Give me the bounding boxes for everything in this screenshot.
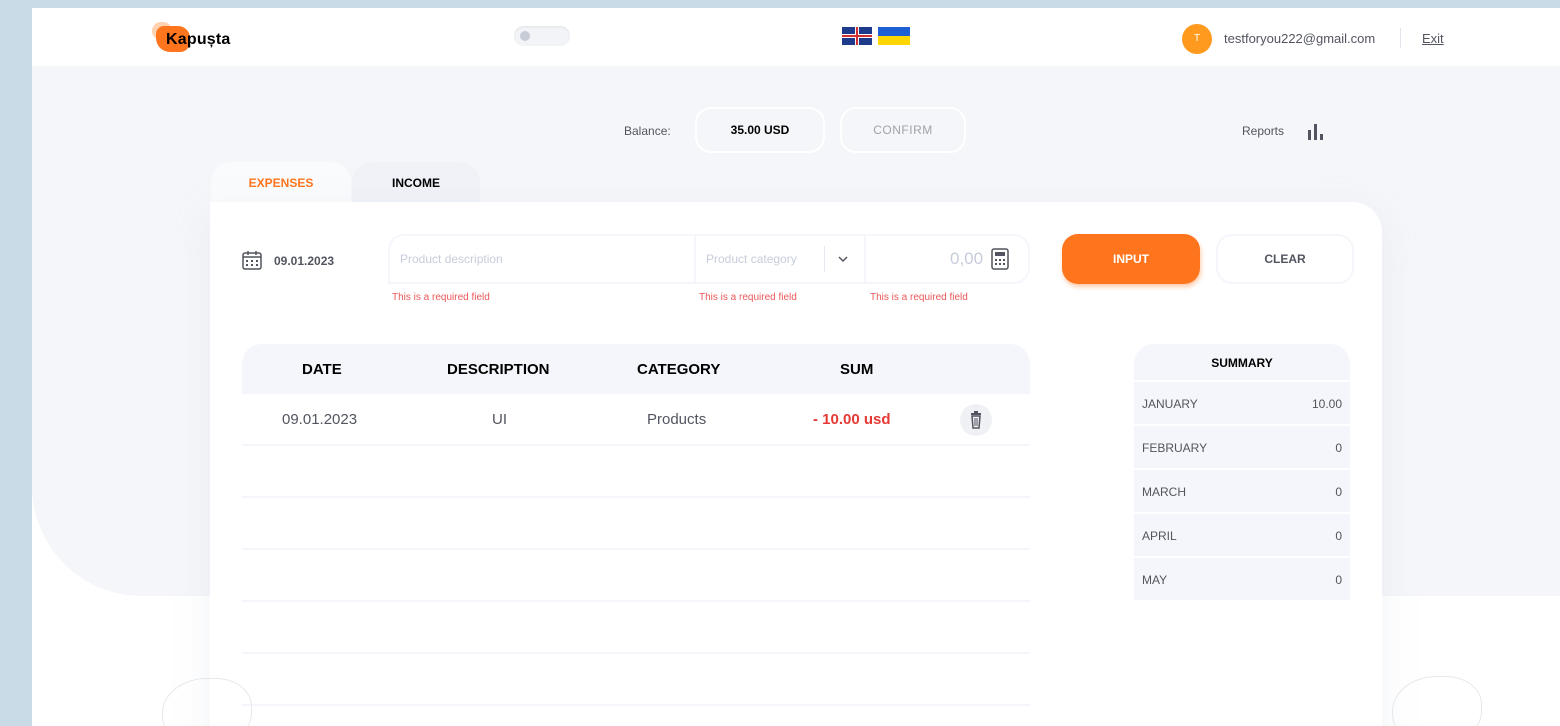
calculator-icon[interactable] (990, 248, 1010, 270)
table-row (242, 654, 1030, 706)
summary-value: 0 (1335, 441, 1342, 455)
user-email: testforyou222@gmail.com (1224, 31, 1376, 46)
summary-row: MARCH 0 (1134, 470, 1350, 514)
reports-link[interactable]: Reports (1242, 124, 1284, 138)
summary-row: FEBRUARY 0 (1134, 426, 1350, 470)
table-row (242, 498, 1030, 550)
table-row (242, 446, 1030, 498)
header-date: DATE (302, 361, 342, 378)
header-description: DESCRIPTION (447, 361, 550, 378)
summary-month: MAY (1142, 573, 1168, 587)
logo[interactable]: Kapușta (152, 22, 256, 52)
summary-row: JANUARY 10.00 (1134, 382, 1350, 426)
logo-text: Kapușta (166, 31, 231, 48)
header: Kapușta T testforyou222@gmail.com Exit (32, 8, 1560, 66)
header-divider (1400, 28, 1401, 48)
row-description: UI (492, 411, 507, 428)
sum-input[interactable]: 0,00 (950, 249, 983, 269)
header-sum: SUM (840, 361, 874, 378)
table-row (242, 550, 1030, 602)
main-card: 09.01.2023 Product description Product c… (210, 202, 1382, 726)
cabbage-decoration-icon (1392, 676, 1482, 726)
summary-value: 0 (1335, 573, 1342, 587)
header-category: CATEGORY (637, 361, 721, 378)
row-category: Products (647, 411, 707, 428)
field-divider (694, 236, 696, 282)
avatar: T (1182, 24, 1212, 54)
app-window: Kapușta T testforyou222@gmail.com Exit B… (32, 8, 1560, 726)
summary-value: 0 (1335, 529, 1342, 543)
summary-row: APRIL 0 (1134, 514, 1350, 558)
delete-button[interactable] (960, 404, 992, 436)
toggle-knob (520, 31, 530, 41)
balance-label: Balance: (624, 124, 671, 138)
field-divider (864, 236, 866, 282)
selected-date: 09.01.2023 (274, 254, 335, 268)
summary-value: 0 (1335, 485, 1342, 499)
confirm-button[interactable]: CONFIRM (840, 107, 966, 153)
description-input[interactable]: Product description (400, 252, 503, 266)
row-date: 09.01.2023 (282, 411, 358, 428)
sum-error: This is a required field (870, 292, 968, 303)
summary-value: 10.00 (1311, 397, 1342, 411)
input-button[interactable]: INPUT (1062, 234, 1200, 284)
summary-row: MAY 0 (1134, 558, 1350, 602)
calendar-icon (242, 251, 262, 270)
cabbage-decoration-icon (162, 678, 252, 726)
trash-icon (971, 411, 981, 429)
category-select[interactable]: Product category (706, 252, 797, 266)
theme-toggle[interactable] (514, 26, 570, 46)
chevron-down-icon[interactable] (836, 252, 850, 266)
balance-value: 35.00 USD (695, 107, 825, 153)
language-switcher (842, 27, 922, 45)
table-header: DATE DESCRIPTION CATEGORY SUM (242, 344, 1030, 394)
category-error: This is a required field (699, 292, 797, 303)
clear-button[interactable]: CLEAR (1216, 234, 1354, 284)
summary-month: FEBRUARY (1142, 441, 1208, 455)
uk-flag-icon[interactable] (842, 27, 872, 45)
field-divider (824, 246, 825, 272)
summary-title: SUMMARY (1134, 344, 1350, 382)
summary-month: JANUARY (1142, 397, 1198, 411)
summary-panel: SUMMARY JANUARY 10.00 FEBRUARY 0 MARCH 0… (1134, 344, 1350, 602)
transactions-table: DATE DESCRIPTION CATEGORY SUM 09.01.2023… (242, 344, 1030, 706)
tab-expenses[interactable]: EXPENSES (211, 162, 351, 204)
table-row: 09.01.2023 UI Products - 10.00 usd (242, 394, 1030, 446)
expense-form: Product description Product category 0,0… (388, 234, 1030, 284)
row-sum: - 10.00 usd (813, 411, 891, 428)
tab-income[interactable]: INCOME (352, 162, 480, 204)
summary-month: MARCH (1142, 485, 1186, 499)
exit-link[interactable]: Exit (1422, 31, 1444, 46)
table-row (242, 602, 1030, 654)
summary-month: APRIL (1142, 529, 1177, 543)
description-error: This is a required field (392, 292, 490, 303)
bar-chart-icon[interactable] (1306, 122, 1326, 140)
ukraine-flag-icon[interactable] (878, 27, 910, 45)
